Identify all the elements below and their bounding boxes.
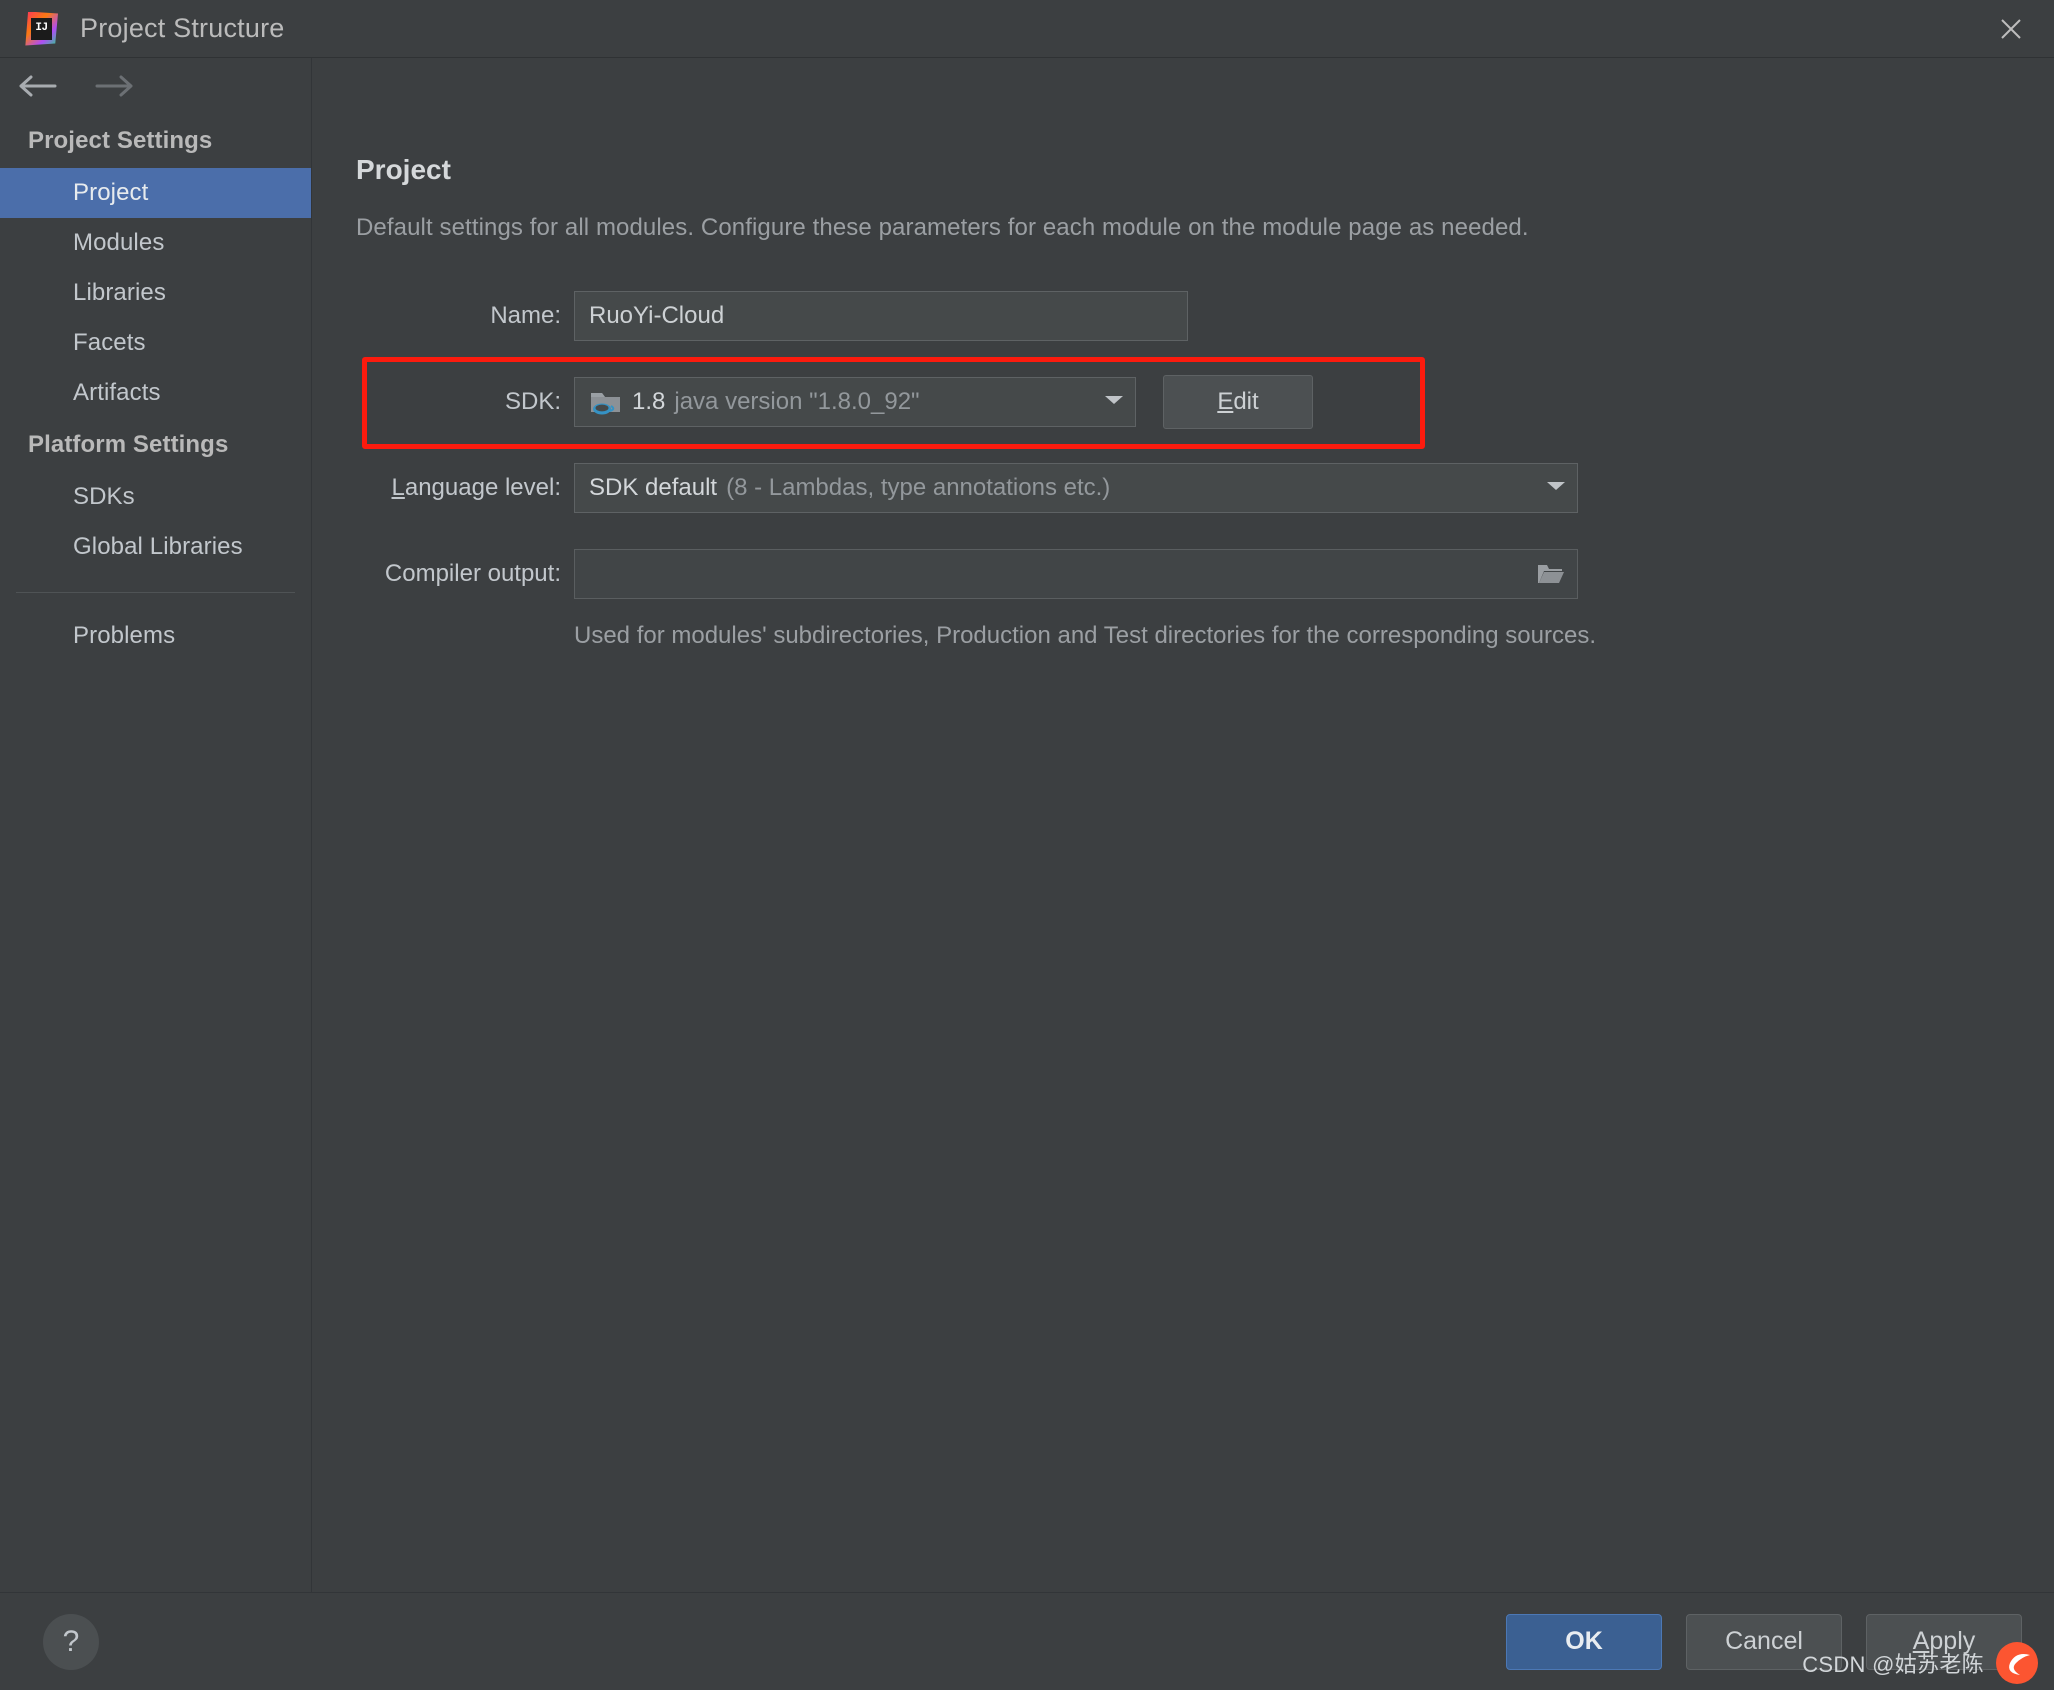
question-mark-icon[interactable]: ? xyxy=(43,1613,99,1670)
sidebar-group-platform-settings: Platform Settings xyxy=(28,431,229,458)
intellij-idea-icon: IJ xyxy=(24,11,58,46)
edit-sdk-button[interactable]: Edit xyxy=(1163,375,1313,429)
language-level-value-detail: (8 - Lambdas, type annotations etc.) xyxy=(726,474,1111,501)
sidebar-group-project-settings: Project Settings xyxy=(28,127,213,154)
csdn-watermark: CSDN @姑苏老陈 xyxy=(1802,1642,2044,1684)
sidebar-item-sdks[interactable]: SDKs xyxy=(0,472,311,522)
dialog-footer: ? OK Cancel Apply CSDN @姑苏老陈 xyxy=(0,1592,2054,1690)
sidebar-item-facets[interactable]: Facets xyxy=(0,318,311,368)
chevron-down-icon[interactable] xyxy=(1531,479,1567,498)
chevron-down-icon[interactable] xyxy=(1089,393,1125,412)
sdk-row: SDK: 1.8 java version "1.8.0_92" E dit xyxy=(356,357,2054,449)
language-level-select[interactable]: SDK default (8 - Lambdas, type annotatio… xyxy=(574,463,1578,513)
compiler-output-hint: Used for modules' subdirectories, Produc… xyxy=(574,622,1596,649)
sidebar-separator xyxy=(16,592,295,593)
sidebar-item-project[interactable]: Project xyxy=(0,168,311,218)
sidebar-item-global-libraries[interactable]: Global Libraries xyxy=(0,522,311,572)
name-input[interactable]: RuoYi-Cloud xyxy=(574,291,1188,341)
close-icon[interactable] xyxy=(1968,0,2054,57)
page-title: Project xyxy=(356,154,451,185)
sdk-value-detail: java version "1.8.0_92" xyxy=(674,388,920,415)
language-level-label: Language level: xyxy=(356,474,574,502)
name-row: Name: RuoYi-Cloud xyxy=(356,280,2054,352)
sdk-label: SDK: xyxy=(504,388,561,415)
edit-button-label: dit xyxy=(1233,388,1259,415)
sdk-select[interactable]: 1.8 java version "1.8.0_92" xyxy=(574,377,1136,427)
watermark-text: CSDN @姑苏老陈 xyxy=(1802,1652,1984,1677)
sidebar: Project Settings Project Modules Librari… xyxy=(0,58,312,1592)
sidebar-item-problems[interactable]: Problems xyxy=(0,611,311,661)
content-panel: Project Default settings for all modules… xyxy=(312,58,2054,1592)
language-level-label-rest: anguage level: xyxy=(404,474,561,501)
language-level-mnemonic: L xyxy=(391,474,405,501)
project-structure-dialog: IJ Project Structure Project Settings Pr… xyxy=(0,0,2054,1690)
edit-button-mnemonic: E xyxy=(1217,388,1234,415)
compiler-output-row: Compiler output: xyxy=(356,538,2054,610)
sidebar-item-modules[interactable]: Modules xyxy=(0,218,311,268)
folder-open-icon[interactable] xyxy=(1533,560,1567,588)
page-description: Default settings for all modules. Config… xyxy=(356,214,1529,241)
sidebar-item-libraries[interactable]: Libraries xyxy=(0,268,311,318)
project-form: Name: RuoYi-Cloud SDK: 1.8 java version … xyxy=(356,280,2054,650)
dialog-body: Project Settings Project Modules Librari… xyxy=(0,58,2054,1592)
window-title: Project Structure xyxy=(80,13,285,43)
back-arrow-icon[interactable] xyxy=(16,69,60,103)
name-input-value: RuoYi-Cloud xyxy=(589,302,725,329)
jdk-folder-icon xyxy=(589,388,623,416)
csdn-logo-icon xyxy=(1990,1642,2044,1684)
language-level-value: SDK default xyxy=(589,474,718,501)
compiler-output-label: Compiler output: xyxy=(384,560,561,587)
sidebar-item-artifacts[interactable]: Artifacts xyxy=(0,368,311,418)
nav-arrows xyxy=(0,58,311,114)
sdk-value: 1.8 xyxy=(632,388,666,415)
ok-button[interactable]: OK xyxy=(1506,1613,1662,1670)
name-label: Name: xyxy=(490,302,561,329)
compiler-output-input[interactable] xyxy=(574,549,1578,599)
language-level-row: Language level: SDK default (8 - Lambdas… xyxy=(356,452,2054,524)
title-bar: IJ Project Structure xyxy=(0,0,2054,58)
forward-arrow-icon[interactable] xyxy=(92,69,136,103)
